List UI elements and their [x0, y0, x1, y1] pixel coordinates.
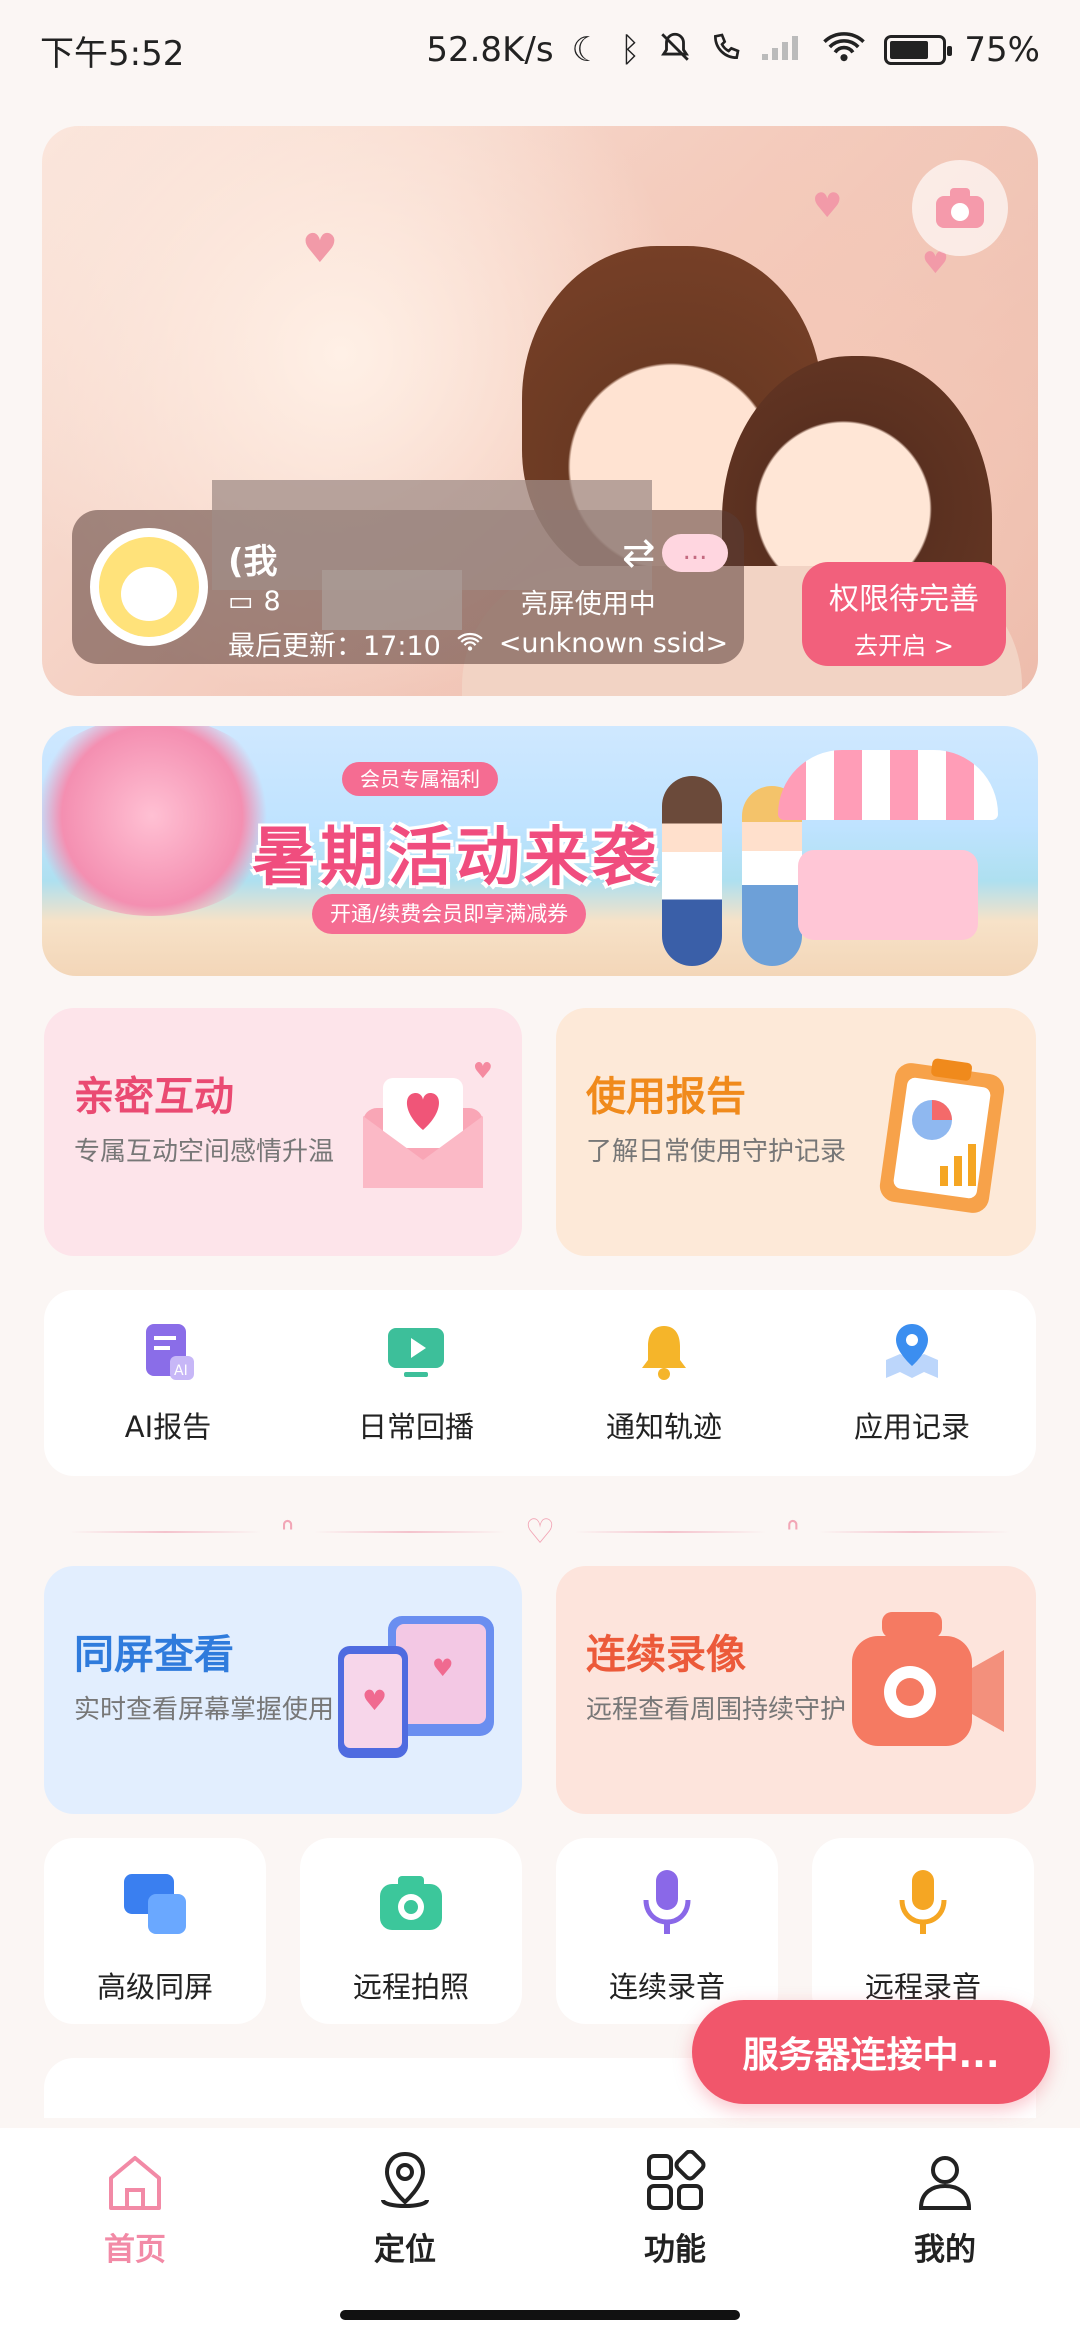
heart-icon: ♥ [812, 186, 843, 226]
cow-icon: ᐢ [280, 1512, 294, 1552]
mute-bell-icon [658, 30, 692, 70]
quick-app-records[interactable]: 应用记录 [812, 1320, 1012, 1446]
heart-icon: ♥ [302, 226, 338, 272]
wifi-small-icon [457, 628, 483, 659]
swap-device-icon[interactable]: ⇄ [622, 530, 656, 576]
signal-icon [760, 32, 804, 68]
hero-card[interactable]: ♥ ♥ ♥ (我 ▭ 8 亮屏使用中 最后更新：17:10 <unknown s… [42, 126, 1038, 696]
screens-icon [120, 1868, 190, 1938]
love-letter-icon: ♥ [348, 1048, 498, 1198]
home-icon [103, 2150, 167, 2214]
card-title: 同屏查看 [74, 1632, 234, 1678]
profile-icon [913, 2150, 977, 2214]
remote-photo-button[interactable]: 远程拍照 [300, 1838, 522, 2024]
call-icon [710, 31, 742, 69]
advanced-same-screen-button[interactable]: 高级同屏 [44, 1838, 266, 2024]
wifi-ssid: <unknown ssid> [498, 628, 729, 659]
section-divider: ᐢ ♡ ᐢ [70, 1512, 1011, 1552]
card-title: 使用报告 [586, 1074, 746, 1120]
server-connecting-toast[interactable]: 服务器连接中... [692, 2000, 1050, 2104]
last-update: 最后更新：17:10 [228, 631, 441, 662]
battery-percent: 75% [964, 30, 1040, 70]
quick-ai-report[interactable]: AI AI报告 [68, 1320, 268, 1446]
status-bar: 下午5:52 52.8K/s ☾ ᛒ 75% [0, 0, 1080, 100]
banner-badge: 会员专属福利 [342, 762, 498, 796]
permission-title: 权限待完善 [829, 582, 979, 617]
clipboard-chart-icon [862, 1048, 1012, 1213]
usage-report-card[interactable]: 使用报告 了解日常使用守护记录 [556, 1008, 1036, 1256]
svg-text:♥: ♥ [362, 1684, 387, 1717]
banner-title: 暑期活动来袭 [252, 821, 660, 895]
card-title: 亲密互动 [74, 1074, 234, 1120]
device-usage-status: 亮屏使用中 [520, 589, 656, 620]
devices-icon: ♥ ♥ [328, 1606, 498, 1758]
video-camera-icon [842, 1606, 1012, 1756]
card-desc: 专属互动空间感情升温 [74, 1137, 335, 1167]
bell-icon [632, 1320, 696, 1384]
home-indicator[interactable] [340, 2310, 740, 2320]
banner-subtitle: 开通/续费会员即享满减券 [312, 894, 587, 934]
illustration-boy [662, 776, 722, 966]
device-name: (我 [228, 542, 278, 582]
svg-text:♥: ♥ [473, 1059, 493, 1084]
intimate-interaction-card[interactable]: 亲密互动 专属互动空间感情升温 ♥ [44, 1008, 522, 1256]
device-info-panel[interactable]: (我 ▭ 8 亮屏使用中 最后更新：17:10 <unknown ssid> ⇄… [72, 480, 744, 664]
quick-actions: AI AI报告 日常回播 通知轨迹 应用记录 [44, 1290, 1036, 1476]
permission-sub: 去开启 > [854, 632, 954, 660]
mic-icon [888, 1868, 958, 1938]
promo-banner[interactable]: 会员专属福利 暑期活动来袭 开通/续费会员即享满减券 [42, 726, 1038, 976]
card-desc: 了解日常使用守护记录 [586, 1137, 847, 1167]
permission-button[interactable]: 权限待完善 去开启 > [802, 562, 1006, 666]
camera-icon [376, 1868, 446, 1938]
nav-home[interactable]: 首页 [35, 2150, 235, 2340]
heart-icon: ♡ [524, 1512, 556, 1552]
bottom-nav: 首页 定位 功能 我的 [0, 2128, 1080, 2340]
remote-audio-button[interactable]: 远程录音 [812, 1838, 1034, 2024]
moon-icon: ☾ [571, 30, 603, 70]
ai-report-icon: AI [136, 1320, 200, 1384]
quick-notification-trail[interactable]: 通知轨迹 [564, 1320, 764, 1446]
mic-icon [632, 1868, 702, 1938]
network-speed: 52.8K/s [426, 30, 554, 70]
wifi-icon [822, 31, 866, 69]
ice-cream-cart [778, 750, 998, 960]
same-screen-card[interactable]: 同屏查看 实时查看屏幕掌握使用 ♥ ♥ [44, 1566, 522, 1814]
continuous-audio-button[interactable]: 连续录音 [556, 1838, 778, 2024]
continuous-recording-card[interactable]: 连续录像 远程查看周围持续守护 [556, 1566, 1036, 1814]
status-time: 下午5:52 [40, 33, 185, 74]
nav-profile[interactable]: 我的 [845, 2150, 1045, 2340]
battery-small-icon: ▭ [228, 586, 254, 617]
bluetooth-icon: ᛒ [620, 30, 641, 70]
avatar[interactable] [90, 528, 208, 646]
battery-icon [884, 35, 953, 65]
camera-icon [936, 188, 984, 228]
tool-row: 高级同屏 远程拍照 连续录音 远程录音 [44, 1838, 1036, 2024]
more-options-button[interactable]: ... [662, 534, 728, 572]
replay-icon [384, 1320, 448, 1384]
privacy-mask [322, 570, 462, 630]
device-battery: 8 [263, 586, 281, 617]
card-desc: 远程查看周围持续守护 [586, 1695, 847, 1725]
apps-icon [643, 2149, 707, 2214]
camera-button[interactable] [912, 160, 1008, 256]
quick-daily-replay[interactable]: 日常回播 [316, 1320, 516, 1446]
blossom-decoration [42, 726, 282, 916]
cow-icon: ᐢ [786, 1512, 800, 1552]
card-desc: 实时查看屏幕掌握使用 [74, 1695, 335, 1725]
svg-text:♥: ♥ [432, 1654, 454, 1682]
svg-text:AI: AI [174, 1363, 188, 1379]
map-pin-icon [880, 1320, 944, 1384]
card-title: 连续录像 [586, 1632, 746, 1678]
location-icon [373, 2150, 437, 2214]
